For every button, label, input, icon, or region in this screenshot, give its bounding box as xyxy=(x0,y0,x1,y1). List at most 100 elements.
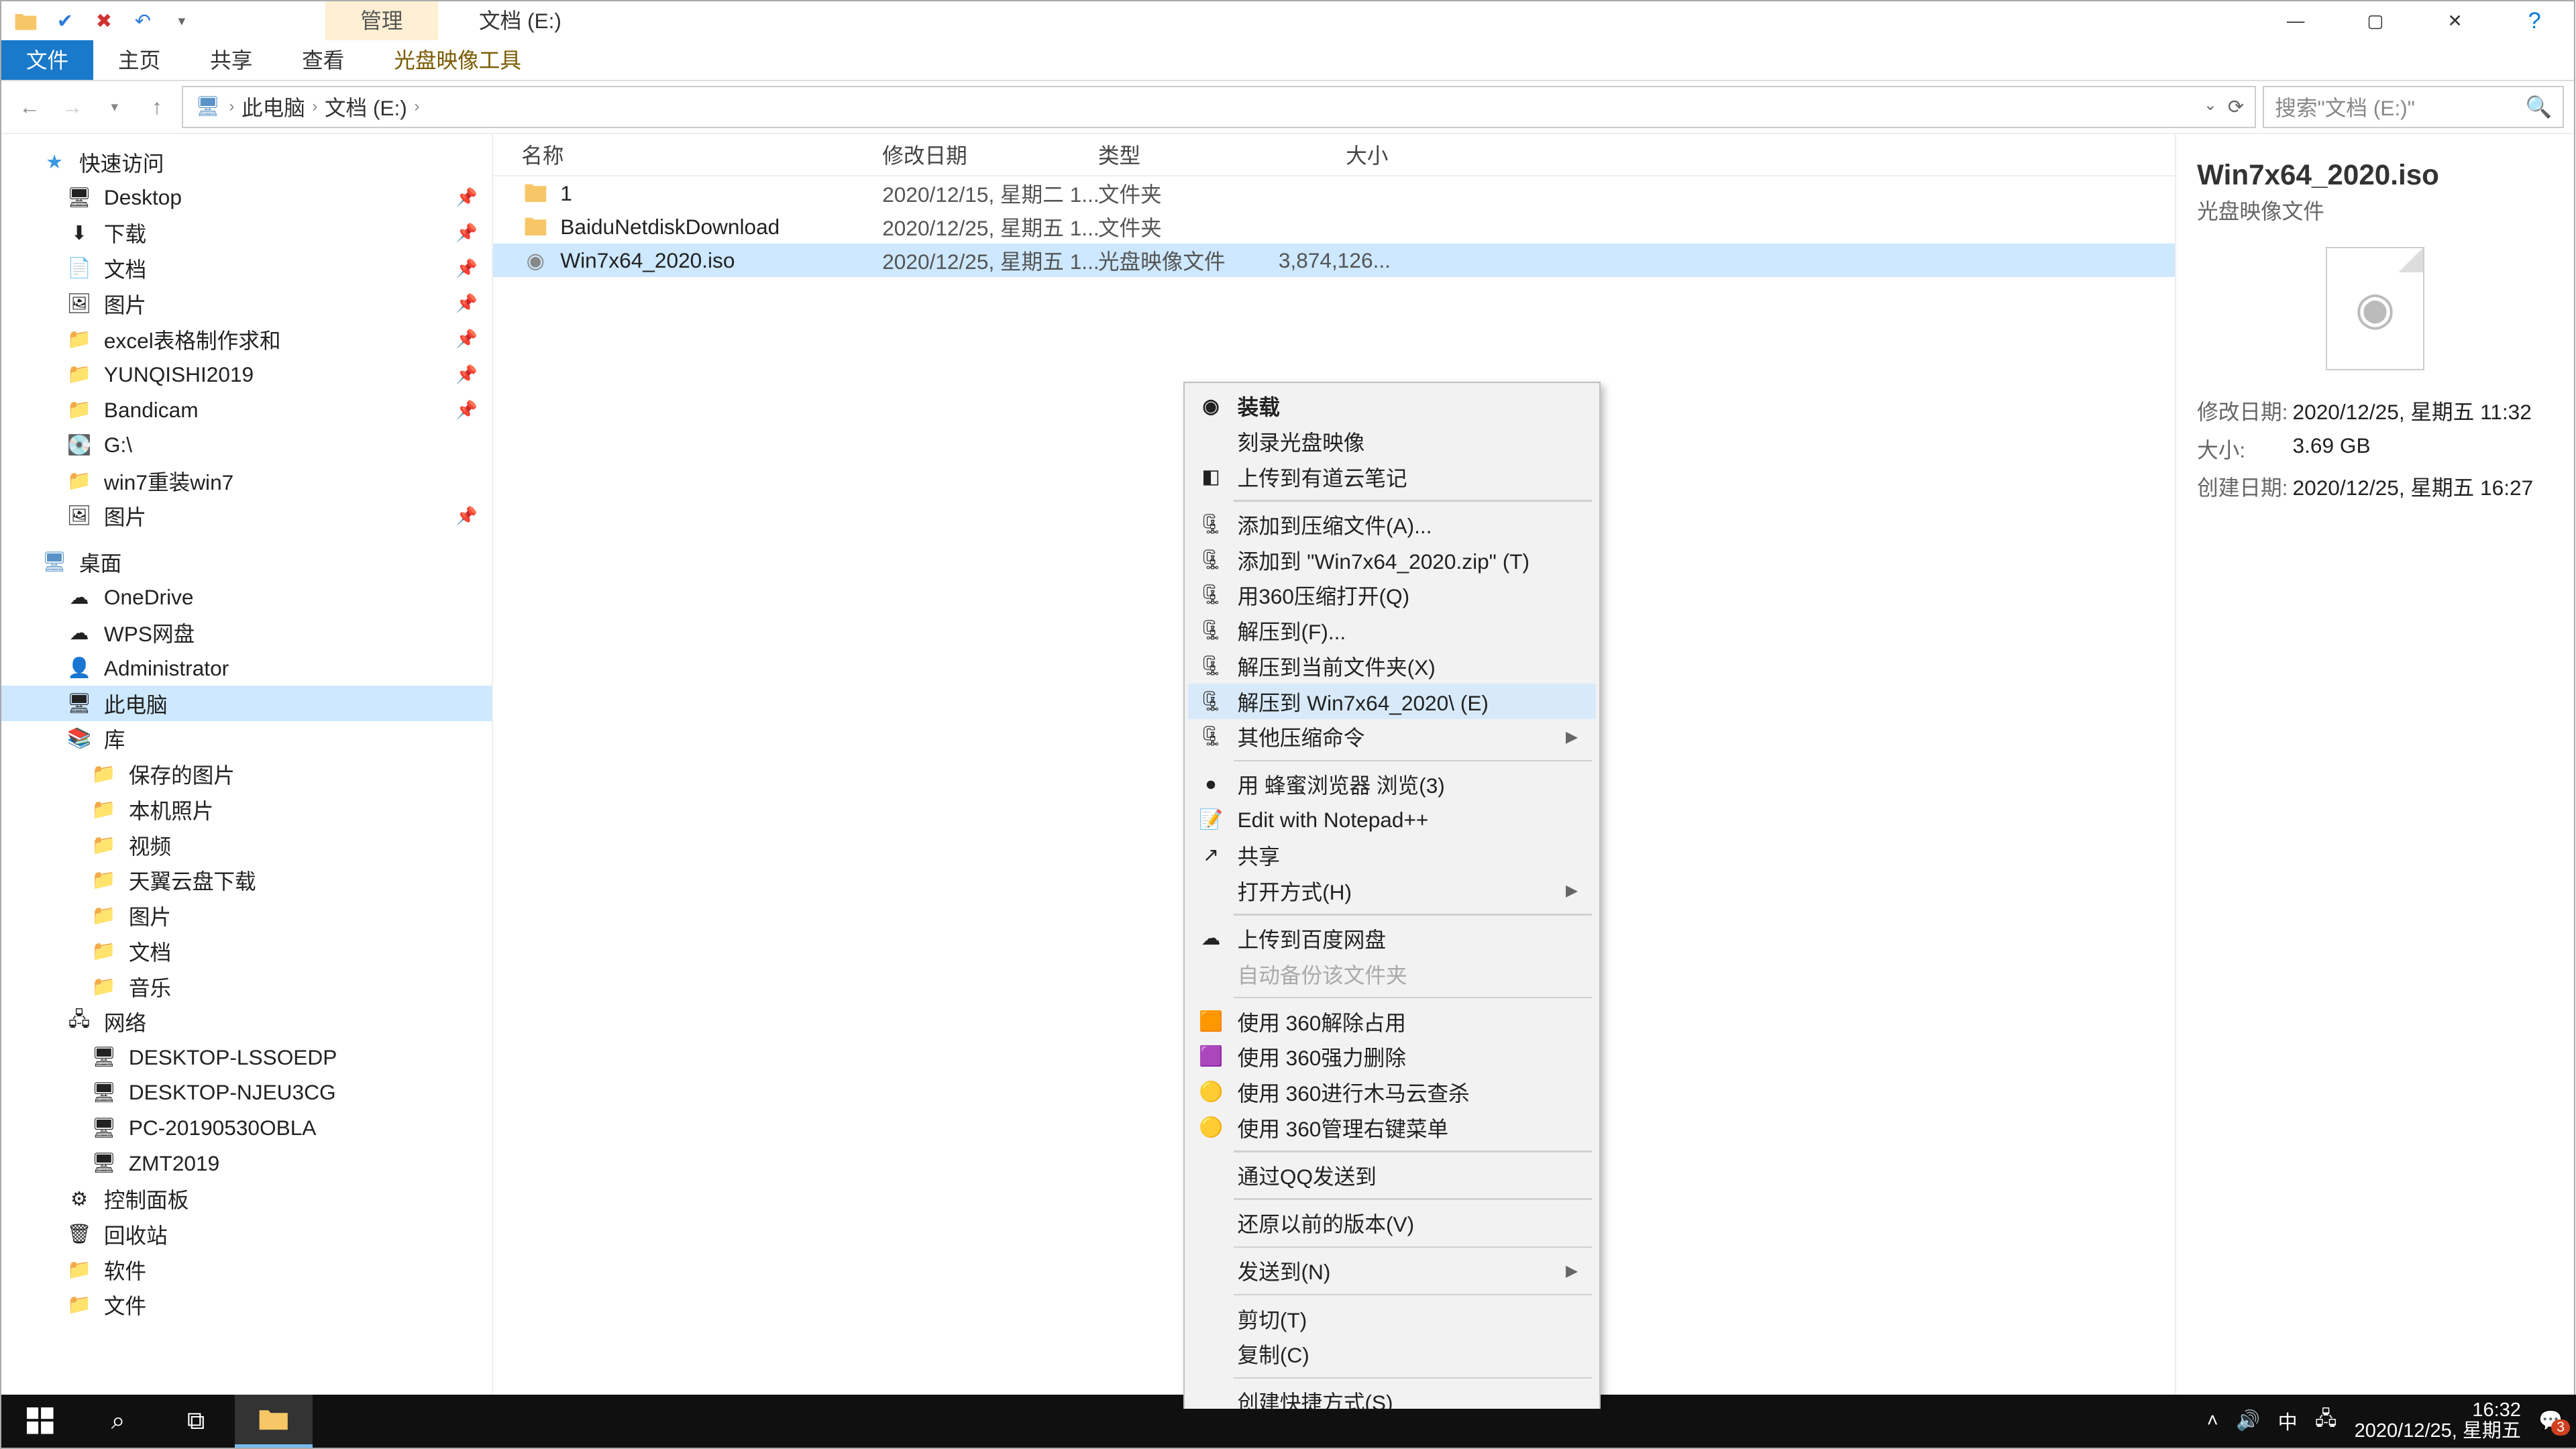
nav-item[interactable]: 📄文档📌 xyxy=(1,251,492,286)
nav-item[interactable]: 💽G:\ xyxy=(1,427,492,463)
context-menu-item[interactable]: ◧上传到有道云笔记 xyxy=(1188,459,1596,494)
ime-indicator[interactable]: 中 xyxy=(2278,1407,2298,1435)
nav-item[interactable]: ⚙控制面板 xyxy=(1,1181,492,1217)
nav-item[interactable]: 📁文档 xyxy=(1,934,492,969)
address-bar[interactable]: 🖥 › 此电脑 › 文档 (E:) › ⌄ ⟳ xyxy=(182,86,2256,128)
nav-item[interactable]: 🖼图片📌 xyxy=(1,286,492,322)
network-icon[interactable]: 🖧 xyxy=(2315,1405,2337,1438)
nav-item[interactable]: 🖼图片📌 xyxy=(1,498,492,534)
context-menu-item[interactable]: 🗜解压到(F)... xyxy=(1188,613,1596,649)
history-dropdown-icon[interactable]: ⌄ xyxy=(2204,95,2217,119)
context-menu-item[interactable]: 🗜解压到 Win7x64_2020\ (E) xyxy=(1188,684,1596,719)
context-menu-item[interactable]: 复制(C) xyxy=(1188,1336,1596,1372)
file-row[interactable]: BaiduNetdiskDownload2020/12/25, 星期五 1...… xyxy=(493,210,2174,244)
context-menu-item[interactable]: 🗜用360压缩打开(Q) xyxy=(1188,578,1596,613)
clock[interactable]: 16:32 2020/12/25, 星期五 xyxy=(2355,1400,2521,1442)
tab-view[interactable]: 查看 xyxy=(277,40,369,80)
context-menu-item[interactable]: 📝Edit with Notepad++ xyxy=(1188,802,1596,838)
nav-item[interactable]: 📁文件 xyxy=(1,1287,492,1323)
forward-button[interactable]: → xyxy=(54,87,90,126)
delete-icon[interactable]: ✖ xyxy=(90,7,118,35)
context-menu-item[interactable]: 发送到(N)▶ xyxy=(1188,1253,1596,1289)
up-button[interactable]: ↑ xyxy=(140,87,175,126)
column-name[interactable]: 名称 xyxy=(493,139,882,170)
tab-share[interactable]: 共享 xyxy=(185,40,277,80)
nav-item[interactable]: 🖥DESKTOP-LSSOEDP xyxy=(1,1040,492,1075)
context-menu-item[interactable]: 🟡使用 360管理右键菜单 xyxy=(1188,1110,1596,1146)
nav-item[interactable]: 📁软件 xyxy=(1,1252,492,1287)
maximize-button[interactable]: ▢ xyxy=(2336,1,2416,40)
nav-item[interactable]: 🖥ZMT2019 xyxy=(1,1146,492,1181)
context-menu-item[interactable]: 🟧使用 360解除占用 xyxy=(1188,1004,1596,1039)
nav-item[interactable]: 🖧网络 xyxy=(1,1004,492,1040)
undo-icon[interactable]: ↶ xyxy=(129,7,157,35)
refresh-icon[interactable]: ⟳ xyxy=(2228,95,2244,119)
explorer-taskbar-button[interactable] xyxy=(235,1395,313,1448)
nav-item[interactable]: 🖥此电脑 xyxy=(1,686,492,721)
context-menu-item[interactable]: 🟡使用 360进行木马云查杀 xyxy=(1188,1075,1596,1110)
nav-item[interactable]: 📁本机照片 xyxy=(1,792,492,828)
nav-item[interactable]: 📁excel表格制作求和📌 xyxy=(1,321,492,357)
recent-dropdown[interactable]: ▾ xyxy=(97,87,132,126)
tray-overflow-icon[interactable]: ˄ xyxy=(2207,1410,2218,1432)
nav-item[interactable]: ☁WPS网盘 xyxy=(1,615,492,651)
context-menu-item[interactable]: 🗜添加到压缩文件(A)... xyxy=(1188,506,1596,542)
context-menu-item[interactable]: 🗜添加到 "Win7x64_2020.zip" (T) xyxy=(1188,542,1596,578)
back-button[interactable]: ← xyxy=(12,87,48,126)
start-button[interactable] xyxy=(1,1395,79,1448)
file-row[interactable]: 12020/12/15, 星期二 1...文件夹 xyxy=(493,176,2174,210)
detail-row: 大小:3.69 GB xyxy=(2197,433,2553,464)
quick-access-header[interactable]: ★快速访问 xyxy=(1,145,492,180)
minimize-button[interactable]: — xyxy=(2256,1,2336,40)
column-size[interactable]: 大小 xyxy=(1279,139,1403,170)
column-date[interactable]: 修改日期 xyxy=(882,139,1098,170)
nav-item[interactable]: 🗑回收站 xyxy=(1,1216,492,1252)
action-center-icon[interactable]: 💬3 xyxy=(2538,1409,2563,1432)
context-menu-item[interactable]: 刻录光盘映像 xyxy=(1188,424,1596,460)
task-view-button[interactable]: ⧉ xyxy=(157,1395,235,1448)
nav-item[interactable]: 📁Bandicam📌 xyxy=(1,392,492,428)
tab-file[interactable]: 文件 xyxy=(1,40,93,80)
dropdown-icon[interactable]: ▾ xyxy=(168,7,196,35)
tab-disc-tools[interactable]: 光盘映像工具 xyxy=(369,40,546,80)
close-button[interactable]: ✕ xyxy=(2415,1,2495,40)
nav-item[interactable]: 📁win7重装win7 xyxy=(1,463,492,498)
search-box[interactable]: 搜索"文档 (E:)" 🔍 xyxy=(2263,86,2563,128)
context-menu-item[interactable]: ☁上传到百度网盘 xyxy=(1188,920,1596,956)
context-menu-item[interactable]: ●用 蜂蜜浏览器 浏览(3) xyxy=(1188,767,1596,802)
breadcrumb-segment[interactable]: 文档 (E:) xyxy=(325,91,407,122)
nav-item[interactable]: ⬇下载📌 xyxy=(1,215,492,251)
context-menu-item[interactable]: ◉装载 xyxy=(1188,388,1596,424)
save-icon[interactable]: ✔ xyxy=(51,7,79,35)
nav-item[interactable]: 📚库 xyxy=(1,721,492,757)
file-row[interactable]: ◉Win7x64_2020.iso2020/12/25, 星期五 1...光盘映… xyxy=(493,244,2174,277)
context-menu-item[interactable]: 🗜解压到当前文件夹(X) xyxy=(1188,648,1596,684)
context-menu-item[interactable]: 🗜其他压缩命令▶ xyxy=(1188,719,1596,755)
nav-item[interactable]: 📁音乐 xyxy=(1,969,492,1004)
nav-item[interactable]: 🖥PC-20190530OBLA xyxy=(1,1110,492,1146)
desktop-header[interactable]: 🖥桌面 xyxy=(1,544,492,580)
nav-item[interactable]: 📁天翼云盘下载 xyxy=(1,863,492,898)
context-menu-item[interactable]: 还原以前的版本(V) xyxy=(1188,1205,1596,1241)
context-menu-item[interactable]: 🟪使用 360强力删除 xyxy=(1188,1039,1596,1075)
volume-icon[interactable]: 🔊 xyxy=(2236,1409,2260,1432)
column-type[interactable]: 类型 xyxy=(1098,139,1279,170)
nav-item[interactable]: 📁YUNQISHI2019📌 xyxy=(1,357,492,392)
search-button[interactable]: ⌕ xyxy=(79,1395,157,1448)
nav-item[interactable]: 🖥Desktop📌 xyxy=(1,180,492,215)
nav-item[interactable]: 🖥DESKTOP-NJEU3CG xyxy=(1,1075,492,1110)
nav-item[interactable]: 📁保存的图片 xyxy=(1,757,492,792)
context-menu-item[interactable]: 打开方式(H)▶ xyxy=(1188,873,1596,908)
context-menu-item[interactable]: 剪切(T) xyxy=(1188,1301,1596,1336)
nav-item[interactable]: ☁OneDrive xyxy=(1,580,492,615)
nav-item[interactable]: 📁视频 xyxy=(1,827,492,863)
tab-home[interactable]: 主页 xyxy=(93,40,185,80)
breadcrumb-segment[interactable]: 此电脑 xyxy=(241,91,305,122)
help-button[interactable]: ? xyxy=(2495,1,2575,40)
zip-icon: 🗜 xyxy=(1197,581,1225,609)
nav-item[interactable]: 👤Administrator xyxy=(1,651,492,686)
context-menu-item[interactable]: ↗共享 xyxy=(1188,838,1596,873)
context-menu-item[interactable]: 创建快捷方式(S) xyxy=(1188,1384,1596,1409)
context-menu-item[interactable]: 通过QQ发送到 xyxy=(1188,1158,1596,1193)
nav-item[interactable]: 📁图片 xyxy=(1,898,492,934)
